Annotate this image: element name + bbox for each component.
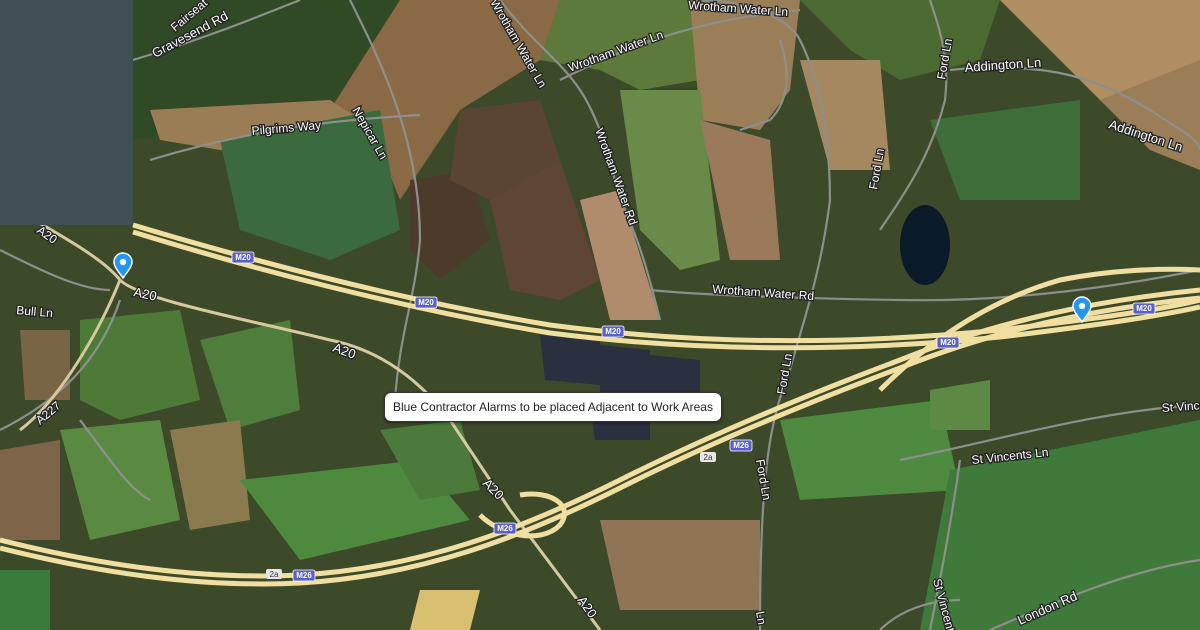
satellite-map[interactable]: Gravesend Rd Fairseat Wrotham Water Ln W… — [0, 0, 1200, 630]
shield-m20-5: M20 — [1132, 302, 1156, 315]
svg-text:M26: M26 — [497, 524, 513, 533]
shield-m20-2: M20 — [414, 296, 438, 309]
svg-text:M20: M20 — [940, 338, 956, 347]
map-tooltip: Blue Contractor Alarms to be placed Adja… — [384, 392, 722, 422]
svg-text:M26: M26 — [296, 571, 312, 580]
lake — [900, 205, 950, 285]
shield-m20-3: M20 — [601, 325, 625, 338]
tooltip-text: Blue Contractor Alarms to be placed Adja… — [393, 400, 713, 414]
junction-2a-2: 2a — [266, 569, 282, 579]
shield-m26-2: M26 — [493, 522, 517, 535]
svg-text:M26: M26 — [733, 441, 749, 450]
svg-text:M20: M20 — [1136, 304, 1152, 313]
shield-m20-1: M20 — [231, 251, 255, 264]
svg-text:2a: 2a — [704, 453, 713, 462]
shield-m20-4: M20 — [936, 336, 960, 349]
shield-m26-1: M26 — [729, 439, 753, 452]
svg-text:2a: 2a — [270, 570, 279, 579]
overlay-panel — [0, 0, 133, 225]
svg-text:M20: M20 — [235, 253, 251, 262]
svg-text:M20: M20 — [605, 327, 621, 336]
svg-text:M20: M20 — [418, 298, 434, 307]
junction-2a-1: 2a — [700, 452, 716, 462]
shield-m26-3: M26 — [292, 569, 316, 582]
road-label-ln: Ln — [753, 610, 769, 626]
